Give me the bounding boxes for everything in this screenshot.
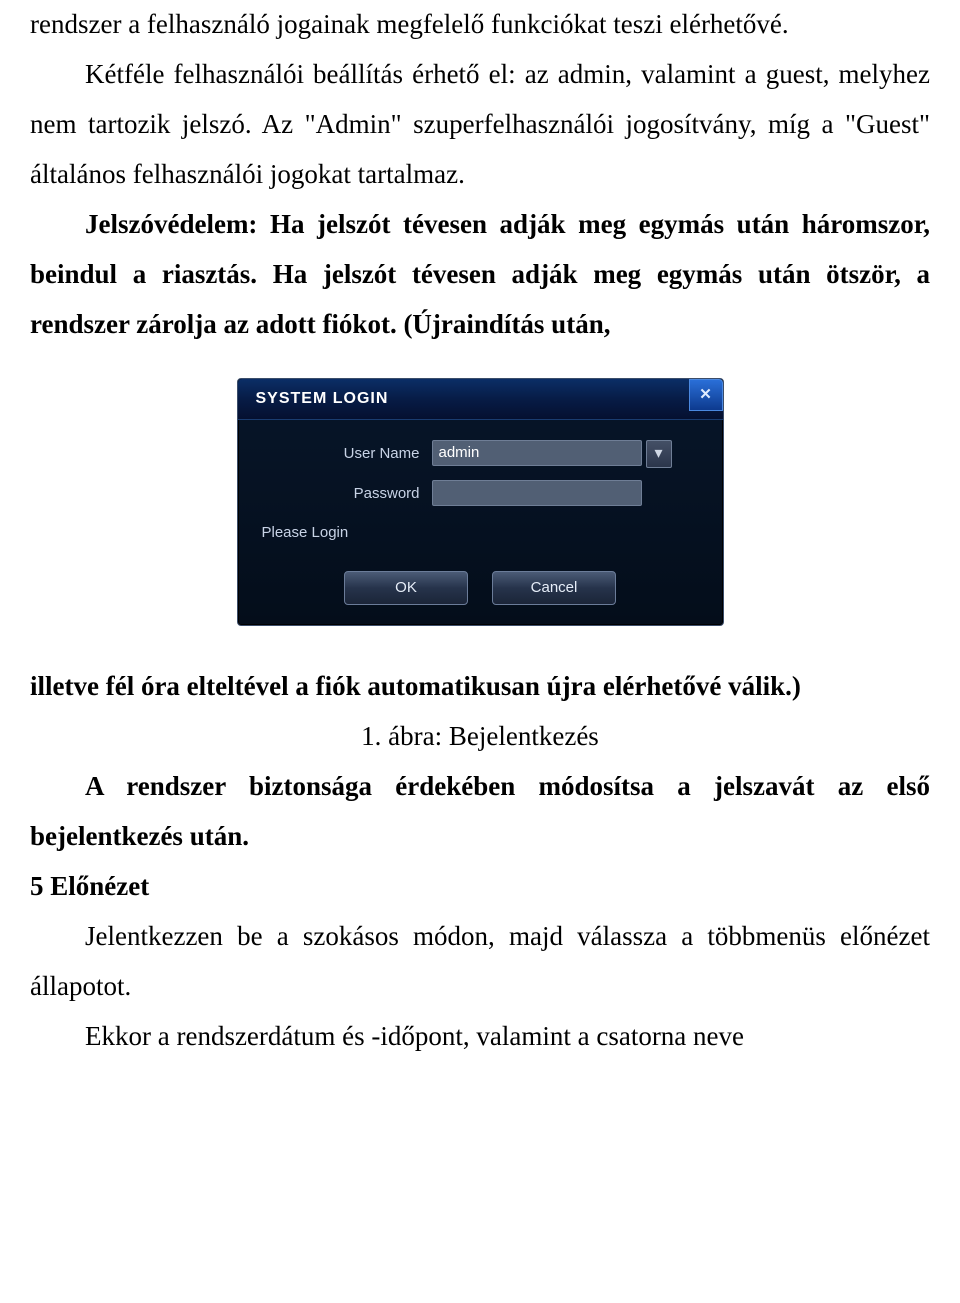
paragraph-bold: Jelszóvédelem: Ha jelszót tévesen adják … <box>30 200 930 350</box>
paragraph-bold: A rendszer biztonsága érdekében módosíts… <box>30 762 930 862</box>
paragraph: Kétféle felhasználói beállítás érhető el… <box>30 50 930 200</box>
username-input-wrap: ▾ <box>432 440 701 468</box>
password-label: Password <box>260 480 432 508</box>
username-dropdown-button[interactable]: ▾ <box>646 440 672 468</box>
username-input[interactable] <box>432 440 642 466</box>
figure-caption: 1. ábra: Bejelentkezés <box>30 712 930 762</box>
paragraph: Ekkor a rendszerdátum és -időpont, valam… <box>30 1012 930 1062</box>
close-icon: ✕ <box>699 381 712 409</box>
username-label: User Name <box>260 440 432 468</box>
dialog-titlebar: SYSTEM LOGIN ✕ <box>238 379 723 420</box>
login-dialog: SYSTEM LOGIN ✕ User Name ▾ Passwor <box>237 378 724 627</box>
dialog-button-row: OK Cancel <box>260 571 701 605</box>
username-row: User Name ▾ <box>260 440 701 468</box>
please-login-text: Please Login <box>262 519 701 547</box>
cancel-button[interactable]: Cancel <box>492 571 616 605</box>
password-input[interactable] <box>432 480 642 506</box>
chevron-down-icon: ▾ <box>654 439 662 469</box>
password-input-wrap <box>432 480 701 506</box>
figure-container: SYSTEM LOGIN ✕ User Name ▾ Passwor <box>30 350 930 663</box>
paragraph-bold: illetve fél óra elteltével a fiók automa… <box>30 662 930 712</box>
section-heading: 5 Előnézet <box>30 862 930 912</box>
close-button[interactable]: ✕ <box>689 379 723 411</box>
dialog-title: SYSTEM LOGIN <box>256 384 389 414</box>
ok-button[interactable]: OK <box>344 571 468 605</box>
paragraph: rendszer a felhasználó jogainak megfelel… <box>30 0 930 50</box>
document-page: rendszer a felhasználó jogainak megfelel… <box>0 0 960 1303</box>
dialog-body: User Name ▾ Password Please Login <box>238 420 723 626</box>
paragraph: Jelentkezzen be a szokásos módon, majd v… <box>30 912 930 1012</box>
password-row: Password <box>260 480 701 508</box>
